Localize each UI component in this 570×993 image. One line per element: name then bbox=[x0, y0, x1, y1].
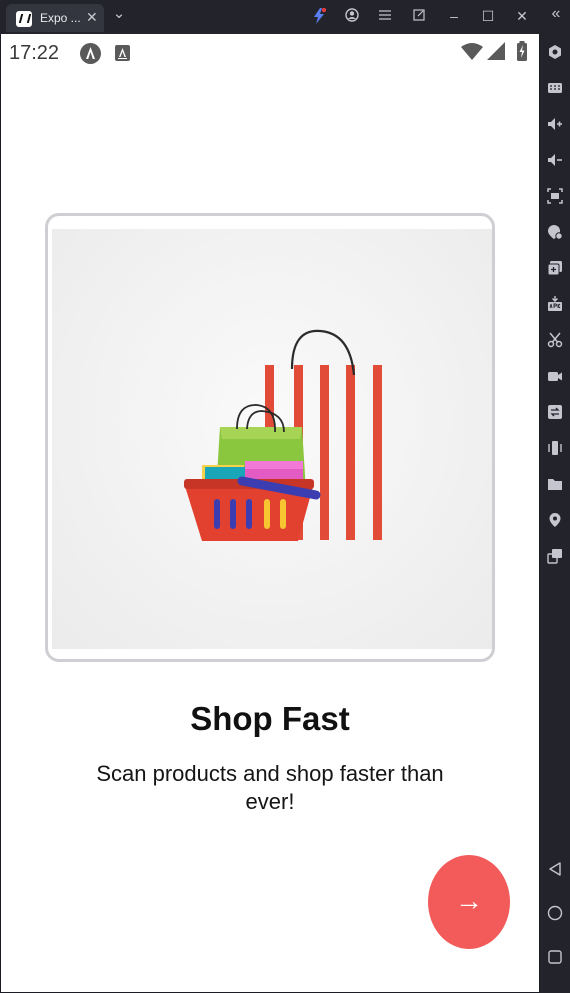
location-lock-icon[interactable] bbox=[547, 224, 563, 240]
account-icon[interactable] bbox=[342, 8, 362, 25]
volume-down-icon[interactable] bbox=[547, 152, 563, 168]
shopping-basket-illustration bbox=[184, 329, 382, 541]
back-icon[interactable] bbox=[547, 861, 563, 877]
wifi-icon bbox=[461, 42, 483, 65]
cut-icon[interactable] bbox=[547, 332, 563, 348]
next-button[interactable]: → bbox=[428, 855, 510, 949]
signal-icon bbox=[487, 42, 505, 65]
folder-icon[interactable] bbox=[547, 476, 563, 492]
settings-icon[interactable] bbox=[547, 44, 563, 60]
video-record-icon[interactable] bbox=[547, 368, 563, 384]
onboarding-image bbox=[52, 229, 492, 649]
red-basket bbox=[184, 476, 321, 541]
home-icon[interactable] bbox=[547, 905, 563, 921]
onboarding-image-card bbox=[45, 213, 495, 662]
emulator-toolbar bbox=[540, 34, 570, 993]
screenshot-icon[interactable] bbox=[547, 188, 563, 204]
onboarding-subtitle: Scan products and shop faster than ever! bbox=[96, 761, 444, 814]
location-icon[interactable] bbox=[547, 512, 563, 528]
battery-icon bbox=[516, 41, 528, 66]
shake-icon[interactable] bbox=[547, 440, 563, 456]
maximize-icon[interactable]: ☐ bbox=[478, 8, 498, 24]
tab-title: Expo ... bbox=[40, 11, 81, 25]
recents-icon[interactable] bbox=[547, 949, 563, 965]
collapse-sidebar-icon[interactable]: « bbox=[546, 6, 566, 22]
keyboard-icon[interactable] bbox=[547, 80, 563, 96]
multi-window-icon[interactable] bbox=[547, 548, 563, 564]
phone-screen: 17:22 Shop Fast Scan products and shop f… bbox=[1, 34, 539, 992]
status-time: 17:22 bbox=[9, 42, 60, 64]
performance-icon[interactable] bbox=[309, 7, 329, 27]
font-icon bbox=[115, 45, 130, 61]
expo-app-icon bbox=[16, 11, 32, 27]
popout-icon[interactable] bbox=[409, 8, 429, 24]
menu-icon[interactable] bbox=[375, 8, 395, 24]
tab-close-icon[interactable]: ✕ bbox=[86, 9, 98, 26]
status-bar: 17:22 bbox=[1, 34, 539, 72]
close-window-icon[interactable]: ✕ bbox=[512, 8, 532, 24]
tab-dropdown-icon[interactable]: ⌄ bbox=[109, 6, 129, 22]
minimize-icon[interactable]: – bbox=[444, 8, 464, 24]
apk-install-icon[interactable] bbox=[547, 296, 563, 312]
arrow-right-icon: → bbox=[455, 885, 483, 916]
app-tab[interactable]: Expo ... ✕ bbox=[6, 4, 104, 32]
add-window-icon[interactable] bbox=[547, 260, 563, 276]
volume-up-icon[interactable] bbox=[547, 116, 563, 132]
onboarding-title: Shop Fast bbox=[190, 700, 350, 737]
emulator-title-bar: Expo ... ✕ ⌄ – ☐ ✕ « bbox=[0, 0, 570, 34]
sync-icon[interactable] bbox=[547, 404, 563, 420]
notification-a-icon bbox=[80, 43, 101, 64]
